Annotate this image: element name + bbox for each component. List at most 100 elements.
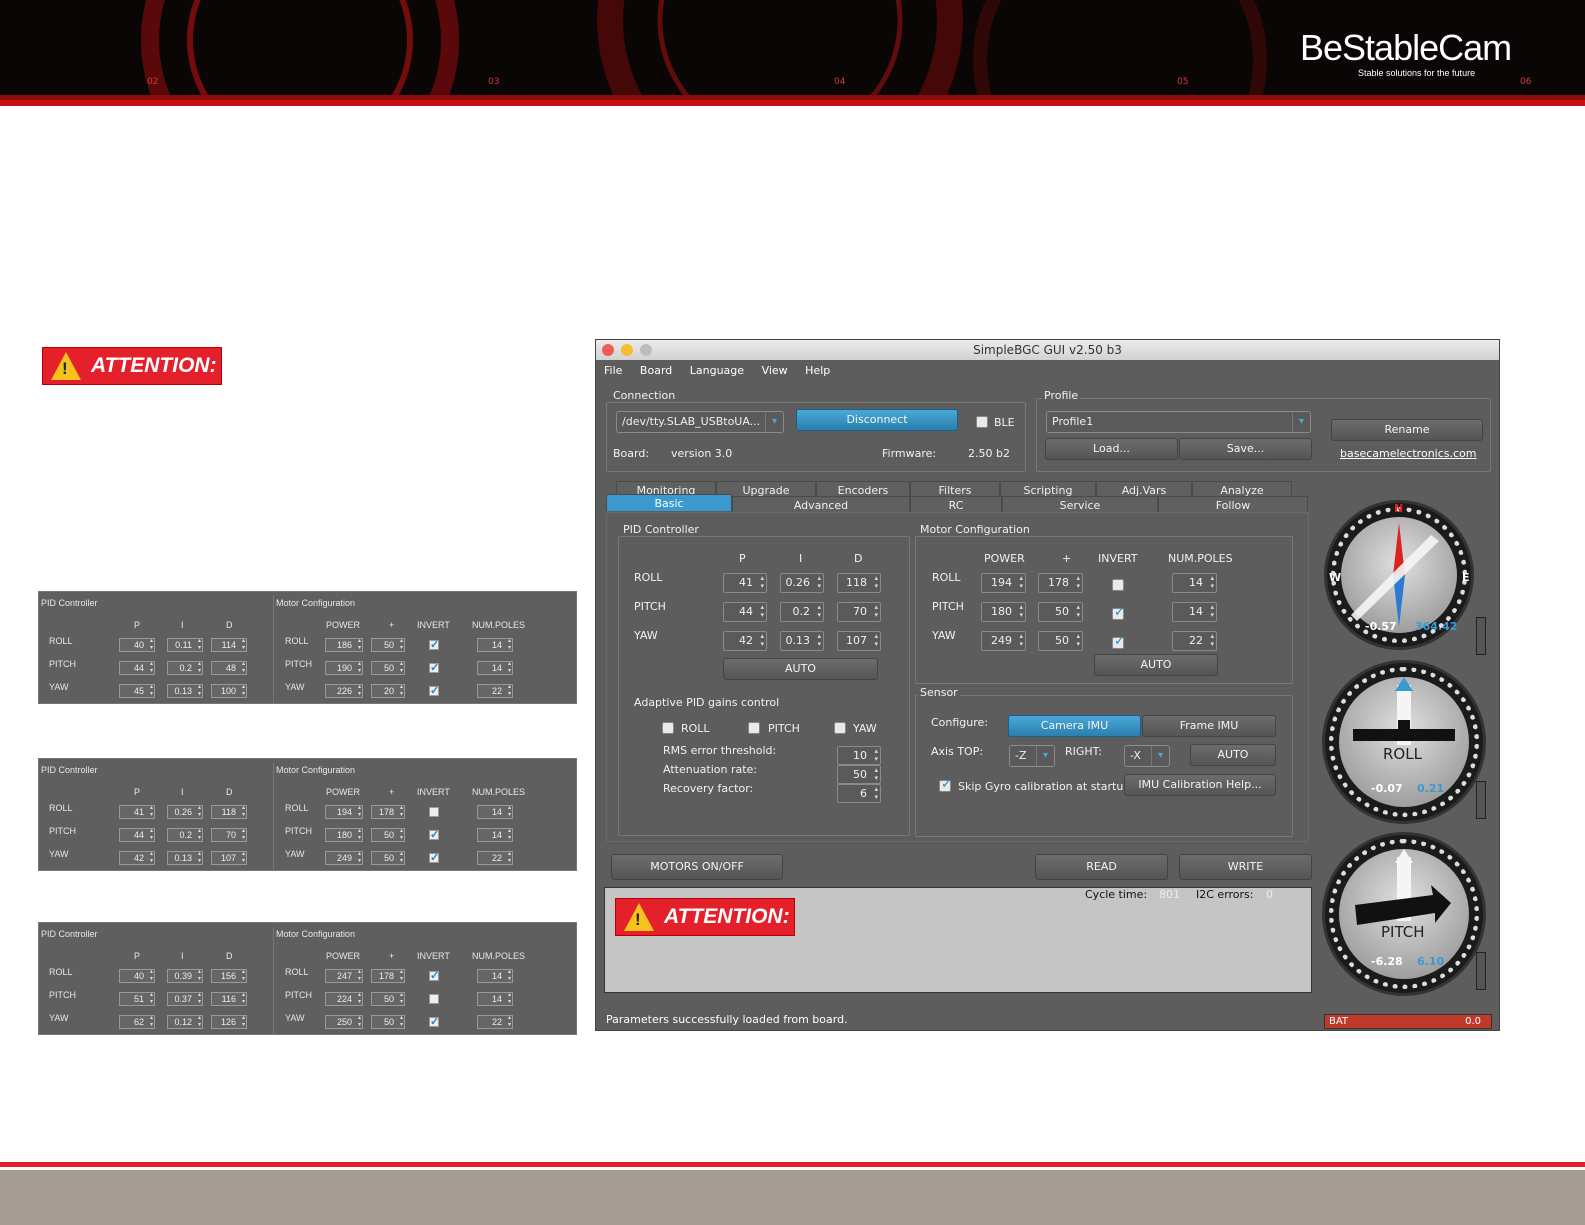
motor-roll-plus[interactable]: 50 [371,638,405,652]
maximize-icon[interactable] [640,344,652,356]
motor-yaw-invert-checkbox[interactable] [429,1015,439,1028]
profile-select[interactable]: Profile1 ▾ [1046,411,1311,433]
motor-pitch-invert-checkbox[interactable] [429,661,439,674]
adaptive-roll-checkbox[interactable] [662,722,674,734]
pid-pitch-i[interactable]: 0.2 [167,828,203,842]
motor-roll-poles[interactable]: 14 [477,969,513,983]
website-link[interactable]: basecamelectronics.com [1340,447,1477,460]
read-button[interactable]: READ [1035,854,1168,880]
pid-pitch-p[interactable]: 44 [119,661,155,675]
load-button[interactable]: Load... [1045,438,1178,460]
menu-language[interactable]: Language [690,364,744,377]
pid-roll-i[interactable]: 0.11 [167,638,203,652]
pid-roll-d[interactable]: 118 [211,805,247,819]
pid-roll-d[interactable]: 114 [211,638,247,652]
motor-yaw-plus[interactable]: 50 [371,1015,405,1029]
motor-roll-plus[interactable]: 178 [371,969,405,983]
motor-pitch-invert-checkbox[interactable] [1112,605,1125,620]
pid-roll-i[interactable]: 0.26 [780,573,824,593]
motor-yaw-power[interactable]: 226 [325,684,363,698]
menu-view[interactable]: View [762,364,788,377]
motor-pitch-poles[interactable]: 14 [477,828,513,842]
pid-yaw-i[interactable]: 0.13 [780,631,824,651]
skip-gyro-checkbox[interactable] [939,777,952,792]
motor-yaw-plus[interactable]: 50 [371,851,405,865]
attenuation-input[interactable]: 50 [837,765,881,784]
motor-yaw-power[interactable]: 249 [981,631,1026,651]
pid-pitch-d[interactable]: 48 [211,661,247,675]
motor-yaw-invert-checkbox[interactable] [429,851,439,864]
motor-roll-plus[interactable]: 178 [371,805,405,819]
motor-yaw-invert-checkbox[interactable] [429,684,439,697]
pid-pitch-p[interactable]: 51 [119,992,155,1006]
menu-board[interactable]: Board [640,364,672,377]
pid-auto-button[interactable]: AUTO [723,658,878,680]
motor-yaw-plus[interactable]: 20 [371,684,405,698]
pid-roll-d[interactable]: 118 [837,573,881,593]
motor-pitch-power[interactable]: 180 [981,602,1026,622]
motor-auto-button[interactable]: AUTO [1094,654,1218,676]
tab-service[interactable]: Service [1002,496,1158,513]
save-button[interactable]: Save... [1179,438,1312,460]
pid-yaw-p[interactable]: 45 [119,684,155,698]
motor-roll-poles[interactable]: 14 [1172,573,1217,593]
motor-roll-invert-checkbox[interactable] [429,638,439,651]
motor-yaw-poles[interactable]: 22 [477,851,513,865]
pid-yaw-d[interactable]: 107 [211,851,247,865]
motor-pitch-invert-checkbox[interactable] [429,994,439,1004]
motor-roll-invert-checkbox[interactable] [429,969,439,982]
pid-yaw-d[interactable]: 107 [837,631,881,651]
ble-checkbox[interactable] [976,416,988,428]
motor-pitch-power[interactable]: 224 [325,992,363,1006]
motor-pitch-plus[interactable]: 50 [1038,602,1083,622]
pid-yaw-i[interactable]: 0.12 [167,1015,203,1029]
pid-roll-p[interactable]: 41 [119,805,155,819]
axis-top-select[interactable]: -Z ▾ [1009,745,1055,767]
pid-yaw-p[interactable]: 42 [119,851,155,865]
disconnect-button[interactable]: Disconnect [796,409,958,431]
adaptive-yaw-checkbox[interactable] [834,722,846,734]
pid-roll-p[interactable]: 40 [119,969,155,983]
pid-pitch-p[interactable]: 44 [119,828,155,842]
pid-pitch-d[interactable]: 116 [211,992,247,1006]
pid-yaw-p[interactable]: 62 [119,1015,155,1029]
rename-button[interactable]: Rename [1331,419,1483,441]
motor-pitch-invert-checkbox[interactable] [429,828,439,841]
pid-roll-i[interactable]: 0.26 [167,805,203,819]
camera-imu-button[interactable]: Camera IMU [1008,715,1141,737]
motor-pitch-plus[interactable]: 50 [371,828,405,842]
motor-yaw-poles[interactable]: 22 [477,684,513,698]
motor-yaw-power[interactable]: 250 [325,1015,363,1029]
motor-yaw-poles[interactable]: 22 [1172,631,1217,651]
motor-roll-power[interactable]: 194 [981,573,1026,593]
pid-roll-i[interactable]: 0.39 [167,969,203,983]
pid-yaw-p[interactable]: 42 [723,631,767,651]
motor-pitch-plus[interactable]: 50 [371,661,405,675]
pid-roll-d[interactable]: 156 [211,969,247,983]
motor-yaw-plus[interactable]: 50 [1038,631,1083,651]
motor-roll-poles[interactable]: 14 [477,805,513,819]
motor-pitch-poles[interactable]: 14 [477,661,513,675]
tab-follow[interactable]: Follow [1158,496,1308,513]
motor-pitch-power[interactable]: 190 [325,661,363,675]
motor-roll-power[interactable]: 247 [325,969,363,983]
right-select[interactable]: -X ▾ [1124,745,1170,767]
motor-pitch-poles[interactable]: 14 [1172,602,1217,622]
motor-pitch-power[interactable]: 180 [325,828,363,842]
motor-pitch-poles[interactable]: 14 [477,992,513,1006]
write-button[interactable]: WRITE [1179,854,1312,880]
motor-yaw-invert-checkbox[interactable] [1112,634,1125,649]
tab-basic[interactable]: Basic [606,494,732,511]
minimize-icon[interactable] [621,344,633,356]
motor-yaw-power[interactable]: 249 [325,851,363,865]
menu-help[interactable]: Help [805,364,830,377]
sensor-auto-button[interactable]: AUTO [1190,744,1276,766]
pid-yaw-i[interactable]: 0.13 [167,684,203,698]
imu-calibration-help-button[interactable]: IMU Calibration Help... [1124,774,1276,796]
rms-input[interactable]: 10 [837,746,881,765]
recovery-input[interactable]: 6 [837,784,881,803]
tab-advanced[interactable]: Advanced [732,496,910,513]
pid-pitch-i[interactable]: 0.2 [780,602,824,622]
pid-pitch-d[interactable]: 70 [211,828,247,842]
motor-roll-invert-checkbox[interactable] [429,807,439,817]
